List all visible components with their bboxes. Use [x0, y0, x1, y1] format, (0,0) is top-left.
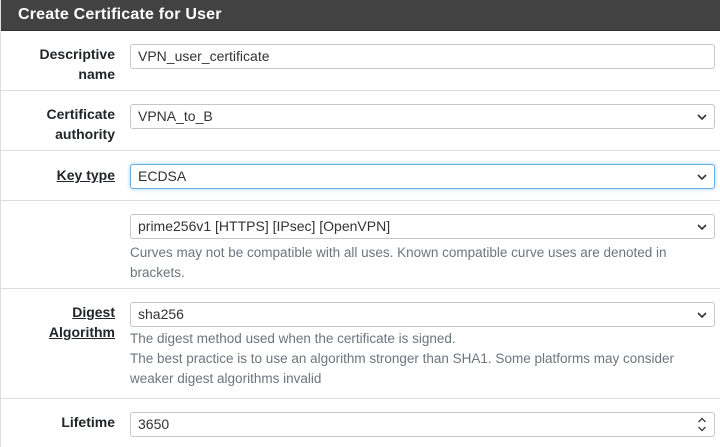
chevron-down-icon	[697, 312, 707, 319]
row-descriptive-name: Descriptive name VPN_user_certificate	[1, 31, 720, 91]
key-type-select[interactable]: ECDSA	[130, 164, 715, 189]
lifetime-label: Lifetime	[61, 414, 115, 430]
descriptive-name-input[interactable]: VPN_user_certificate	[130, 44, 715, 69]
row-lifetime: Lifetime 3650	[1, 399, 720, 447]
row-digest-algorithm: Digest Algorithm sha256 The digest metho…	[1, 289, 720, 399]
chevron-down-icon	[697, 174, 707, 181]
certificate-authority-label: Certificate authority	[46, 106, 115, 142]
digest-algorithm-select[interactable]: sha256	[130, 302, 715, 327]
create-certificate-panel: Create Certificate for User Descriptive …	[0, 0, 720, 447]
certificate-authority-select[interactable]: VPNA_to_B	[130, 104, 715, 129]
lifetime-input[interactable]: 3650	[130, 412, 715, 437]
chevron-down-icon	[697, 114, 707, 121]
row-certificate-authority: Certificate authority VPNA_to_B	[1, 91, 720, 151]
digest-algorithm-label[interactable]: Digest Algorithm	[1, 302, 115, 342]
chevron-down-icon	[697, 224, 707, 231]
descriptive-name-label: Descriptive name	[39, 46, 115, 82]
curve-help-text: Curves may not be compatible with all us…	[130, 245, 667, 280]
key-type-label[interactable]: Key type	[1, 165, 115, 185]
digest-help-text: The digest method used when the certific…	[130, 331, 675, 386]
ecdsa-curve-select[interactable]: prime256v1 [HTTPS] [IPsec] [OpenVPN]	[130, 214, 715, 239]
panel-title: Create Certificate for User	[1, 0, 720, 31]
row-key-type: Key type ECDSA	[1, 151, 720, 201]
row-ecdsa-curve: prime256v1 [HTTPS] [IPsec] [OpenVPN] Cur…	[1, 201, 720, 289]
spinner-icon[interactable]	[697, 416, 707, 433]
